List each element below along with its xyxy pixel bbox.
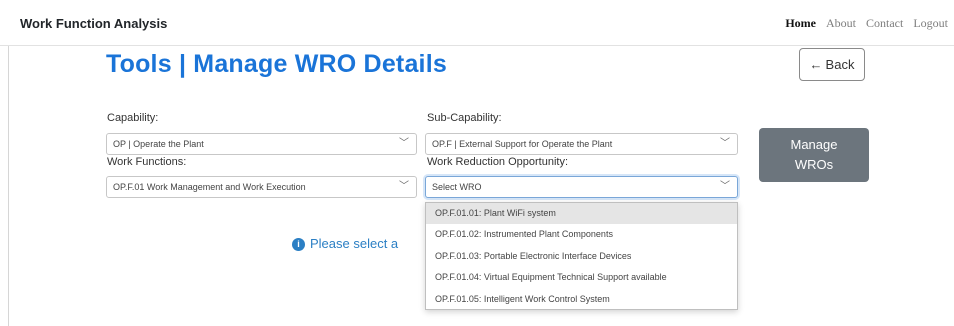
capability-select-value: OP | Operate the Plant [113, 139, 204, 149]
capability-label: Capability: [107, 112, 159, 124]
capability-select[interactable]: OP | Operate the Plant ﹀ [106, 133, 417, 155]
arrow-left-icon: ← [809, 57, 823, 72]
subcapability-label: Sub-Capability: [427, 112, 502, 124]
back-button-label: Back [825, 57, 855, 72]
wro-option[interactable]: OP.F.01.03: Portable Electronic Interfac… [426, 246, 737, 267]
chevron-down-icon: ﹀ [399, 138, 409, 149]
manage-wros-button[interactable]: Manage WROs [759, 128, 869, 182]
wro-select[interactable]: Select WRO ﹀ [425, 176, 738, 198]
wro-option[interactable]: OP.F.01.01: Plant WiFi system [426, 203, 737, 225]
wro-option[interactable]: OP.F.01.05: Intelligent Work Control Sys… [426, 289, 737, 310]
manage-wros-line1: Manage [790, 137, 838, 152]
page-title: Tools | Manage WRO Details [106, 50, 447, 78]
info-icon: i [292, 238, 305, 251]
nav-logout[interactable]: Logout [913, 16, 948, 30]
nav-contact[interactable]: Contact [866, 16, 903, 30]
subcapability-select-value: OP.F | External Support for Operate the … [432, 139, 613, 149]
subcapability-select[interactable]: OP.F | External Support for Operate the … [425, 133, 738, 155]
manage-wros-line2: WROs [794, 157, 834, 172]
chevron-down-icon: ﹀ [720, 138, 730, 149]
navbar: Work Function Analysis Home About Contac… [0, 0, 954, 46]
wro-option[interactable]: OP.F.01.04: Virtual Equipment Technical … [426, 267, 737, 288]
workfunctions-select[interactable]: OP.F.01 Work Management and Work Executi… [106, 176, 417, 198]
wro-label: Work Reduction Opportunity: [427, 156, 569, 168]
workfunctions-label: Work Functions: [107, 156, 187, 168]
info-message: i Please select a [292, 236, 398, 251]
nav-links: Home About Contact Logout [778, 16, 948, 31]
nav-home[interactable]: Home [785, 16, 816, 30]
chevron-down-icon: ﹀ [720, 181, 730, 192]
back-button[interactable]: ← Back [799, 48, 865, 81]
brand-title: Work Function Analysis [20, 16, 168, 31]
workfunctions-select-value: OP.F.01 Work Management and Work Executi… [113, 182, 306, 192]
chevron-down-icon: ﹀ [399, 181, 409, 192]
info-message-text: Please select a [310, 236, 399, 251]
wro-dropdown-menu: OP.F.01.01: Plant WiFi system OP.F.01.02… [425, 202, 738, 310]
nav-about[interactable]: About [826, 16, 856, 30]
wro-select-value: Select WRO [432, 182, 482, 192]
wro-option[interactable]: OP.F.01.02: Instrumented Plant Component… [426, 224, 737, 245]
